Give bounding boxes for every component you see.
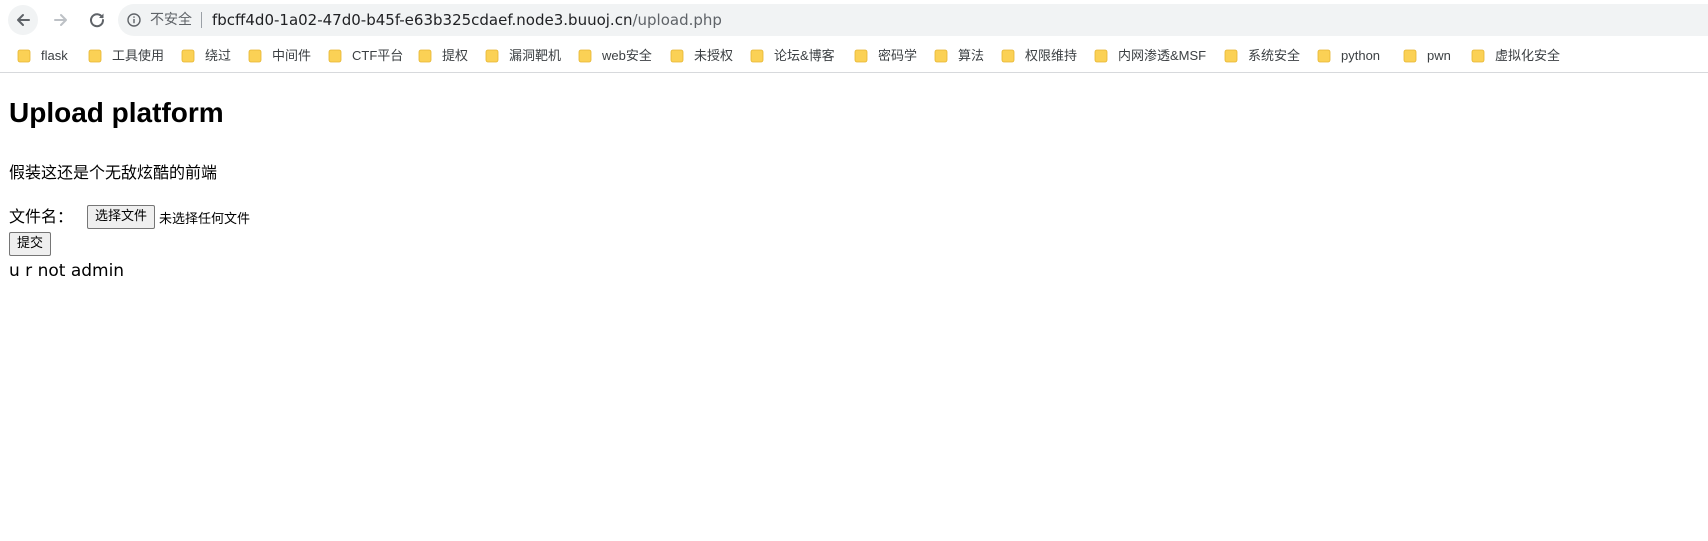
bookmark-label: 绕过 (205, 48, 232, 63)
folder-icon (1471, 49, 1485, 63)
reload-icon (90, 13, 105, 28)
bookmark-persistence[interactable]: 权限维持 (1001, 47, 1077, 65)
no-file-selected-text: 未选择任何文件 (159, 211, 251, 227)
bookmark-intranet-msf[interactable]: 内网渗透&MSF (1094, 47, 1206, 65)
bookmark-pwn[interactable]: pwn (1403, 47, 1451, 65)
folder-icon (485, 49, 499, 63)
bookmark-label: 未授权 (694, 48, 734, 63)
folder-icon (1317, 49, 1331, 63)
browser-toolbar: 不安全 fbcff4d0-1a02-47d0-b45f-e63b325cdaef… (0, 0, 1708, 40)
bookmarks-bar: flask 工具使用 绕过 中间件 CTF平台 提权 漏洞靶机 web安全 未授… (0, 40, 1708, 73)
folder-icon (854, 49, 868, 63)
bookmark-label: 内网渗透&MSF (1118, 48, 1207, 63)
bookmark-web-security[interactable]: web安全 (578, 47, 652, 65)
file-upload-row: 文件名： 选择文件 未选择任何文件 (9, 204, 250, 230)
bookmark-middleware[interactable]: 中间件 (248, 47, 311, 65)
bookmark-ctf-platform[interactable]: CTF平台 (328, 47, 403, 65)
result-message: u r not admin (9, 261, 125, 281)
folder-icon (1001, 49, 1015, 63)
bookmark-cryptography[interactable]: 密码学 (854, 47, 917, 65)
security-status-label: 不安全 (150, 12, 192, 28)
bookmark-unauthorized[interactable]: 未授权 (670, 47, 733, 65)
bookmark-vuln-lab[interactable]: 漏洞靶机 (485, 47, 561, 65)
file-name-label: 文件名： (9, 207, 74, 226)
bookmark-label: web安全 (602, 48, 652, 63)
bookmark-privilege-escalation[interactable]: 提权 (418, 47, 468, 65)
folder-icon (88, 49, 102, 63)
forward-button[interactable] (46, 5, 76, 35)
bookmark-label: 虚拟化安全 (1495, 48, 1561, 63)
bookmark-label: 系统安全 (1248, 48, 1301, 63)
choose-file-button[interactable]: 选择文件 (87, 205, 156, 229)
bookmark-label: 工具使用 (112, 48, 165, 63)
bookmark-tools[interactable]: 工具使用 (88, 47, 164, 65)
bookmark-label: 密码学 (878, 48, 918, 63)
bookmark-label: flask (41, 48, 68, 63)
bookmark-algorithms[interactable]: 算法 (934, 47, 984, 65)
bookmark-label: 中间件 (272, 48, 312, 63)
bookmark-label: CTF平台 (352, 48, 404, 63)
bookmark-virtualization-security[interactable]: 虚拟化安全 (1471, 47, 1560, 65)
folder-icon (578, 49, 592, 63)
bookmark-bypass[interactable]: 绕过 (181, 47, 231, 65)
folder-icon (181, 49, 195, 63)
folder-icon (1224, 49, 1238, 63)
submit-button[interactable]: 提交 (9, 232, 52, 256)
url-text[interactable]: fbcff4d0-1a02-47d0-b45f-e63b325cdaef.nod… (212, 10, 722, 30)
folder-icon (1403, 49, 1417, 63)
info-icon[interactable] (127, 13, 141, 27)
arrow-left-icon (17, 14, 30, 26)
address-bar[interactable]: 不安全 fbcff4d0-1a02-47d0-b45f-e63b325cdaef… (118, 4, 1708, 36)
folder-icon (248, 49, 262, 63)
folder-icon (1094, 49, 1108, 63)
url-path: /upload.php (632, 11, 722, 29)
bookmark-label: 算法 (958, 48, 985, 63)
url-host: fbcff4d0-1a02-47d0-b45f-e63b325cdaef.nod… (212, 11, 633, 29)
bookmark-system-security[interactable]: 系统安全 (1224, 47, 1300, 65)
bookmark-label: 论坛&博客 (774, 48, 835, 63)
folder-icon (418, 49, 432, 63)
folder-icon (328, 49, 342, 63)
arrow-right-icon (54, 14, 67, 26)
folder-icon (17, 49, 31, 63)
back-button[interactable] (8, 5, 38, 35)
folder-icon (670, 49, 684, 63)
bookmark-label: python (1341, 48, 1381, 63)
bookmark-flask[interactable]: flask (17, 47, 68, 65)
bookmark-label: 权限维持 (1025, 48, 1078, 63)
address-separator (201, 12, 202, 28)
bookmark-python[interactable]: python (1317, 47, 1380, 65)
page-title: Upload platform (9, 97, 224, 128)
folder-icon (934, 49, 948, 63)
bookmark-label: 提权 (442, 48, 469, 63)
page-subtitle: 假装这还是个无敌炫酷的前端 (9, 163, 218, 182)
bookmark-label: pwn (1427, 48, 1451, 63)
reload-button[interactable] (82, 5, 112, 35)
folder-icon (750, 49, 764, 63)
bookmark-forums-blogs[interactable]: 论坛&博客 (750, 47, 835, 65)
bookmark-label: 漏洞靶机 (509, 48, 562, 63)
